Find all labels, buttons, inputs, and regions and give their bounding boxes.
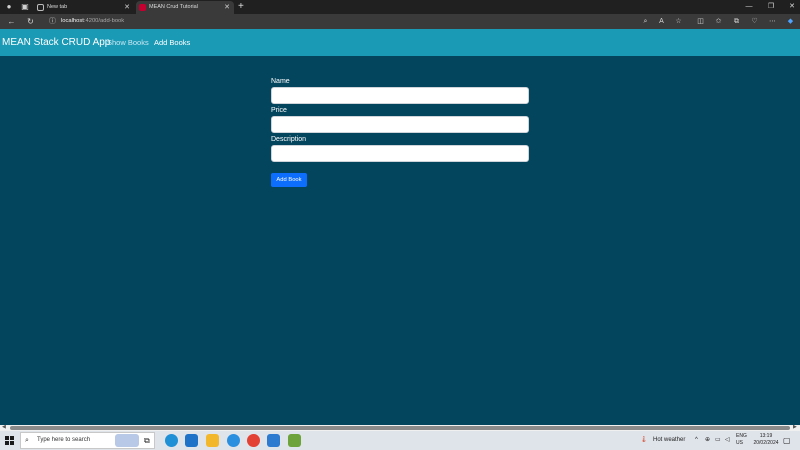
angular-icon [139, 4, 146, 11]
search-highlight-icon[interactable] [115, 434, 139, 447]
tab-title: MEAN Crud Tutorial [149, 4, 198, 10]
edge-dev-icon[interactable] [227, 434, 240, 447]
app-navbar: MEAN Stack CRUD App Show Books Add Books [0, 29, 800, 56]
add-book-button[interactable]: Add Book [271, 173, 307, 187]
address-bar[interactable]: ⓘ localhost:4200/add-book [46, 15, 666, 28]
volume-icon[interactable]: ◁ [725, 431, 730, 450]
notifications-icon[interactable]: ▢ [783, 431, 791, 450]
name-input[interactable] [271, 87, 529, 104]
restore-icon[interactable]: ❐ [764, 0, 778, 14]
terminal-app-icon[interactable] [288, 434, 301, 447]
show-hidden-icons-icon[interactable]: ^ [695, 431, 698, 450]
chrome-icon[interactable] [247, 434, 260, 447]
scrollbar-thumb[interactable] [10, 426, 790, 430]
url-path: :4200/add-book [83, 18, 125, 24]
window-close-icon[interactable]: ✕ [785, 0, 799, 14]
search-icon: ⌕ [25, 437, 29, 444]
browser-tab-strip: ● ▣ New tab ✕ MEAN Crud Tutorial ✕ + — ❐… [0, 0, 800, 14]
name-label: Name [271, 78, 290, 85]
split-screen-icon[interactable]: ◫ [695, 16, 706, 27]
network-icon[interactable]: ⊕ [705, 431, 710, 450]
vscode-icon[interactable] [267, 434, 280, 447]
reload-icon[interactable]: ↻ [25, 16, 36, 27]
tab-title: New tab [47, 4, 68, 10]
task-view-icon[interactable]: ⧉ [144, 434, 157, 447]
page-icon [37, 4, 44, 11]
read-aloud-icon[interactable]: A [656, 16, 667, 27]
site-info-icon[interactable]: ⓘ [49, 15, 56, 28]
nav-link-show-books[interactable]: Show Books [107, 29, 149, 56]
close-icon[interactable]: ✕ [124, 1, 130, 14]
monitor-icon[interactable]: ▭ [715, 431, 721, 450]
copilot-icon[interactable]: ◆ [785, 16, 796, 27]
price-input[interactable] [271, 116, 529, 133]
more-options-icon[interactable]: ⋯ [767, 16, 778, 27]
description-input[interactable] [271, 145, 529, 162]
price-label: Price [271, 107, 287, 114]
weather-text[interactable]: Hot weather [653, 431, 685, 450]
search-placeholder: Type here to search [37, 437, 91, 443]
navbar-brand[interactable]: MEAN Stack CRUD App [2, 29, 110, 56]
description-label: Description [271, 136, 307, 143]
clock-date: 20/02/2024 [753, 440, 779, 446]
system-clock[interactable]: 13:19 20/02/2024 [751, 433, 781, 447]
back-icon[interactable]: ← [6, 16, 17, 27]
minimize-icon[interactable]: — [742, 0, 756, 14]
tab-actions-icon[interactable]: ▣ [20, 2, 30, 12]
browser-toolbar: ← ↻ ⓘ localhost:4200/add-book ⌕ A ☆ ◫ ✩ … [0, 14, 800, 29]
clock-time: 13:19 [759, 433, 773, 439]
language-indicator[interactable]: ENG US [736, 433, 747, 447]
url-host: localhost [61, 18, 84, 24]
tab-new-tab[interactable]: New tab ✕ [34, 1, 134, 14]
scroll-right-icon[interactable]: ▶ [793, 424, 797, 430]
tab-mean-crud[interactable]: MEAN Crud Tutorial ✕ [136, 1, 234, 14]
favorites-icon[interactable]: ✩ [713, 16, 724, 27]
taskbar: ⌕ Type here to search ⧉ 🌡 Hot weather ^ … [0, 431, 800, 450]
keyboard-region: US [736, 440, 743, 446]
file-explorer-icon[interactable] [206, 434, 219, 447]
collections-icon[interactable]: ⧉ [731, 16, 742, 27]
weather-icon[interactable]: 🌡 [640, 431, 648, 450]
close-icon[interactable]: ✕ [224, 1, 230, 14]
new-tab-icon[interactable]: + [238, 0, 244, 14]
edge-icon[interactable] [165, 434, 178, 447]
zoom-icon[interactable]: ⌕ [640, 16, 651, 27]
scroll-left-icon[interactable]: ◀ [2, 424, 6, 430]
add-book-form: Name Price Description [271, 77, 529, 164]
language-code: ENG [736, 433, 747, 439]
profile-avatar-icon[interactable]: ● [4, 2, 14, 12]
browser-essentials-icon[interactable]: ♡ [749, 16, 760, 27]
mail-icon[interactable] [185, 434, 198, 447]
favorite-star-icon[interactable]: ☆ [673, 16, 684, 27]
windows-start-icon[interactable] [5, 436, 14, 445]
nav-link-add-books[interactable]: Add Books [154, 29, 190, 56]
